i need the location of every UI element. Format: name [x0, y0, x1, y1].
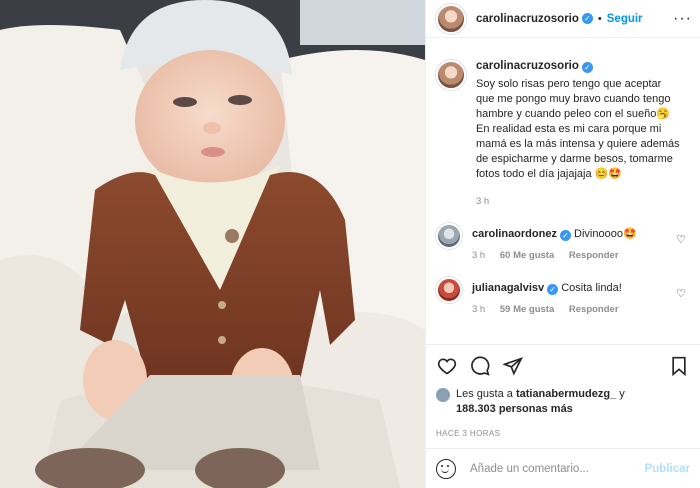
- caption-username[interactable]: carolinacruzosorio: [476, 60, 579, 72]
- post-actions-area: Les gusta a tatianabermudezg_ y 188.303 …: [426, 344, 700, 438]
- caption: carolinacruzosorio ✓ Soy solo risas pero …: [436, 60, 690, 207]
- bookmark-icon[interactable]: [668, 355, 690, 377]
- verified-badge-icon: ✓: [559, 230, 571, 241]
- post-side-panel: carolinacruzosorio ✓ • Seguir ··· caroli…: [425, 0, 700, 488]
- comment-bubble-icon[interactable]: [469, 355, 491, 377]
- comment-text: Cosita linda!: [561, 282, 622, 294]
- like-comment-heart-icon[interactable]: ♡: [676, 287, 686, 300]
- caption-meta: 3 h: [476, 196, 681, 207]
- likes-count[interactable]: 188.303 personas más: [456, 403, 573, 415]
- publish-button[interactable]: Publicar: [645, 463, 690, 475]
- reply-button[interactable]: Responder: [569, 250, 619, 261]
- more-options-icon[interactable]: ···: [673, 10, 692, 28]
- comments-list[interactable]: carolinacruzosorio ✓ Soy solo risas pero …: [426, 48, 700, 348]
- comment-username[interactable]: carolinaordonez: [472, 228, 557, 240]
- post-photo[interactable]: [0, 0, 425, 488]
- verified-badge-icon: ✓: [581, 13, 593, 24]
- reply-button[interactable]: Responder: [569, 304, 619, 315]
- commenter-avatar[interactable]: [436, 223, 462, 249]
- comment-time: 3 h: [472, 250, 486, 261]
- caption-text: Soy solo risas pero tengo que aceptar qu…: [476, 78, 680, 180]
- comment-meta: 3 h 59 Me gusta Responder: [472, 304, 690, 315]
- likes-summary: Les gusta a tatianabermudezg_ y 188.303 …: [436, 387, 690, 417]
- comment-input[interactable]: [470, 462, 645, 475]
- comment-username[interactable]: julianagalvisv: [472, 282, 544, 294]
- likes-connector: y: [619, 388, 625, 400]
- post-header: carolinacruzosorio ✓ • Seguir ···: [426, 0, 700, 38]
- follow-button[interactable]: Seguir: [607, 13, 643, 25]
- emoji-icon[interactable]: [436, 458, 456, 479]
- like-comment-heart-icon[interactable]: ♡: [676, 233, 686, 246]
- post-timestamp[interactable]: HACE 3 HORAS: [436, 429, 690, 438]
- comment-likes[interactable]: 59 Me gusta: [500, 304, 554, 315]
- baby-photo-illustration: [0, 0, 425, 488]
- comment-likes[interactable]: 60 Me gusta: [500, 250, 554, 261]
- action-bar: [436, 345, 690, 387]
- comment-item: carolinaordonez ✓ Divinoooo🤩 3 h 60 Me gu…: [436, 223, 690, 261]
- verified-badge-icon: ✓: [547, 284, 559, 295]
- likes-prefix: Les gusta a: [456, 388, 513, 400]
- add-comment-bar: Publicar: [426, 448, 700, 488]
- author-avatar[interactable]: [436, 3, 466, 34]
- comment-time: 3 h: [472, 304, 486, 315]
- comment-item: julianagalvisv ✓ Cosita linda! 3 h 59 Me …: [436, 277, 690, 315]
- share-paper-plane-icon[interactable]: [502, 355, 524, 377]
- comment-text: Divinoooo🤩: [574, 228, 637, 240]
- verified-badge-icon: ✓: [581, 62, 593, 73]
- liker-username[interactable]: tatianabermudezg_: [516, 388, 616, 400]
- caption-time: 3 h: [476, 196, 490, 207]
- commenter-avatar[interactable]: [436, 277, 462, 303]
- comment-meta: 3 h 60 Me gusta Responder: [472, 250, 690, 261]
- separator-dot: •: [597, 12, 602, 25]
- like-heart-icon[interactable]: [436, 355, 458, 377]
- author-username[interactable]: carolinacruzosorio: [476, 13, 579, 25]
- liker-avatar[interactable]: [436, 388, 450, 402]
- caption-avatar[interactable]: [436, 60, 466, 90]
